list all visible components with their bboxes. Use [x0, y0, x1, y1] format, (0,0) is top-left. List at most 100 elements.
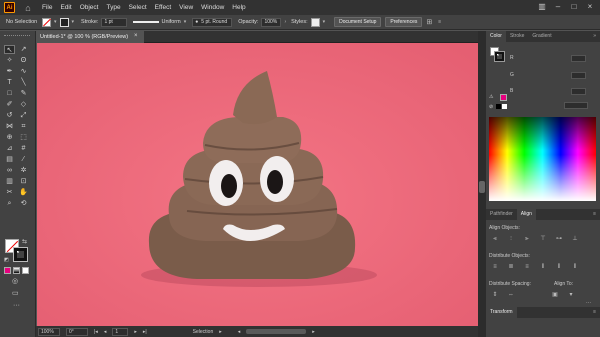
align-bottom-icon[interactable]: ⊥ [570, 235, 580, 243]
distribute-vspace-icon[interactable]: ⇕ [490, 291, 500, 299]
menu-file[interactable]: File [42, 4, 52, 11]
panel-stroke-swatch[interactable] [494, 51, 505, 62]
hex-field[interactable] [564, 102, 588, 109]
menu-edit[interactable]: Edit [60, 4, 71, 11]
style-swatch[interactable] [310, 17, 320, 27]
r-value-field[interactable] [571, 55, 586, 62]
width-tool-icon[interactable]: ⋈ [4, 122, 15, 131]
tab-align[interactable]: Align [516, 209, 536, 220]
maximize-button[interactable]: □ [568, 2, 580, 11]
selection-tool-icon[interactable]: ↖ [4, 45, 15, 54]
scale-tool-icon[interactable]: ⤢ [18, 111, 29, 120]
home-icon[interactable]: ⌂ [23, 3, 33, 13]
align-top-icon[interactable]: ⊤ [538, 235, 548, 243]
out-of-gamut-icon[interactable]: ⚠ [489, 94, 493, 100]
scroll-thumb[interactable] [479, 181, 485, 193]
styles-dropdown-icon[interactable]: ▾ [323, 19, 326, 25]
prev-artboard-icon[interactable]: ◂ [104, 329, 107, 335]
eyedropper-tool-icon[interactable]: ⁄ [18, 155, 29, 164]
menu-type[interactable]: Type [106, 4, 120, 11]
mesh-tool-icon[interactable]: # [18, 144, 29, 153]
swap-colors-icon[interactable]: ⇆ [22, 238, 27, 245]
symbol-sprayer-tool-icon[interactable]: ✲ [18, 166, 29, 175]
distribute-vcenter-icon[interactable]: ≣ [506, 263, 516, 271]
distribute-top-icon[interactable]: ≡ [490, 263, 500, 271]
b-value-field[interactable] [571, 88, 586, 95]
first-artboard-icon[interactable]: |◂ [94, 329, 98, 335]
arrange-icon[interactable]: ▥ [536, 2, 548, 11]
tab-pathfinder[interactable]: Pathfinder [486, 209, 517, 220]
none-mode-icon[interactable] [22, 267, 29, 274]
menu-help[interactable]: Help [232, 4, 245, 11]
tab-gradient[interactable]: Gradient [528, 31, 555, 42]
eraser-tool-icon[interactable]: ◇ [18, 100, 29, 109]
distribute-hspace-icon[interactable]: ⇔ [506, 291, 516, 299]
screen-mode-icon[interactable]: ▭ [12, 289, 19, 297]
artboard-tool-icon[interactable]: ⊡ [18, 177, 29, 186]
tab-color[interactable]: Color [486, 31, 506, 42]
toolbar-grip[interactable] [4, 35, 30, 37]
last-artboard-icon[interactable]: ▸| [143, 329, 147, 335]
fill-dropdown-icon[interactable]: ▾ [54, 19, 57, 25]
slice-tool-icon[interactable]: ✂ [4, 188, 15, 197]
stroke-dropdown-icon[interactable]: ▾ [72, 19, 75, 25]
gamut-swatch[interactable] [500, 94, 507, 101]
black-swatch[interactable] [496, 104, 501, 109]
menu-effect[interactable]: Effect [155, 4, 172, 11]
distribute-hcenter-icon[interactable]: ⦀ [554, 263, 564, 271]
close-document-icon[interactable]: × [134, 33, 138, 39]
g-value-field[interactable] [571, 72, 586, 79]
color-spectrum[interactable] [489, 117, 596, 201]
stroke-weight-field[interactable]: 1 pt [101, 17, 128, 27]
blend-tool-icon[interactable]: ∞ [4, 166, 15, 175]
close-button[interactable]: × [584, 2, 596, 11]
stroke-color-box[interactable] [13, 247, 28, 262]
align-hcenter-icon[interactable]: ⫶ [506, 235, 516, 243]
align-left-icon[interactable]: ⫷ [490, 235, 500, 243]
color-mode-icon[interactable] [4, 267, 11, 274]
shape-builder-tool-icon[interactable]: ⊕ [4, 133, 15, 142]
align-to-selector-icon[interactable]: ▣ [550, 291, 560, 299]
profile-dropdown-icon[interactable]: ▾ [184, 19, 187, 25]
opacity-dropdown-icon[interactable]: › [284, 19, 286, 25]
rectangle-tool-icon[interactable]: □ [4, 89, 15, 98]
stroke-swatch[interactable] [59, 17, 69, 27]
align-right-icon[interactable]: ⫸ [522, 235, 532, 243]
zoom-tool-icon[interactable]: ⌕ [4, 199, 15, 208]
paintbrush-tool-icon[interactable]: ✎ [18, 89, 29, 98]
align-to-dropdown-icon[interactable]: ▾ [566, 291, 576, 299]
control-menu-icon[interactable]: ≡ [438, 19, 441, 25]
hand-tool-icon[interactable]: ✋ [18, 188, 29, 197]
direct-selection-tool-icon[interactable]: ↗ [18, 45, 29, 54]
curvature-tool-icon[interactable]: ∿ [18, 67, 29, 76]
scroll-right-icon[interactable]: ▸ [312, 329, 315, 335]
lasso-tool-icon[interactable]: ʘ [18, 56, 29, 65]
menu-object[interactable]: Object [80, 4, 99, 11]
gradient-tool-icon[interactable]: ▤ [4, 155, 15, 164]
line-tool-icon[interactable]: ╲ [18, 78, 29, 87]
status-menu-icon[interactable]: ▸ [219, 329, 222, 335]
arrange-documents-icon[interactable]: ⊞ [426, 18, 432, 26]
magic-wand-tool-icon[interactable]: ✧ [4, 56, 15, 65]
shaper-tool-icon[interactable]: ✐ [4, 100, 15, 109]
distribute-bottom-icon[interactable]: ≡ [522, 263, 532, 271]
artboard-canvas[interactable] [37, 43, 478, 326]
panel-options-icon[interactable]: ··· [586, 300, 591, 306]
menu-view[interactable]: View [179, 4, 193, 11]
rotate-tool-icon[interactable]: ↺ [4, 111, 15, 120]
column-graph-tool-icon[interactable]: ▥ [4, 177, 15, 186]
minimize-button[interactable]: – [552, 2, 564, 11]
brush-field[interactable]: ● 5 pt. Round [192, 17, 233, 27]
zoom-field[interactable]: 100% [38, 327, 60, 336]
white-swatch[interactable] [502, 104, 507, 109]
fill-swatch[interactable] [42, 17, 51, 27]
tab-transform[interactable]: Transform [486, 307, 517, 318]
document-tab[interactable]: Untitled-1* @ 100 % (RGB/Preview) [36, 31, 144, 43]
rotate-view-tool-icon[interactable]: ⟲ [18, 199, 29, 208]
vertical-scrollbar[interactable] [478, 31, 486, 337]
rotation-field[interactable]: 0° [66, 327, 88, 336]
distribute-left-icon[interactable]: ⦀ [538, 263, 548, 271]
align-vcenter-icon[interactable]: ⊶ [554, 235, 564, 243]
align-panel-menu-icon[interactable]: ≡ [589, 209, 600, 220]
none-color-icon[interactable]: ⊘ [489, 104, 493, 110]
